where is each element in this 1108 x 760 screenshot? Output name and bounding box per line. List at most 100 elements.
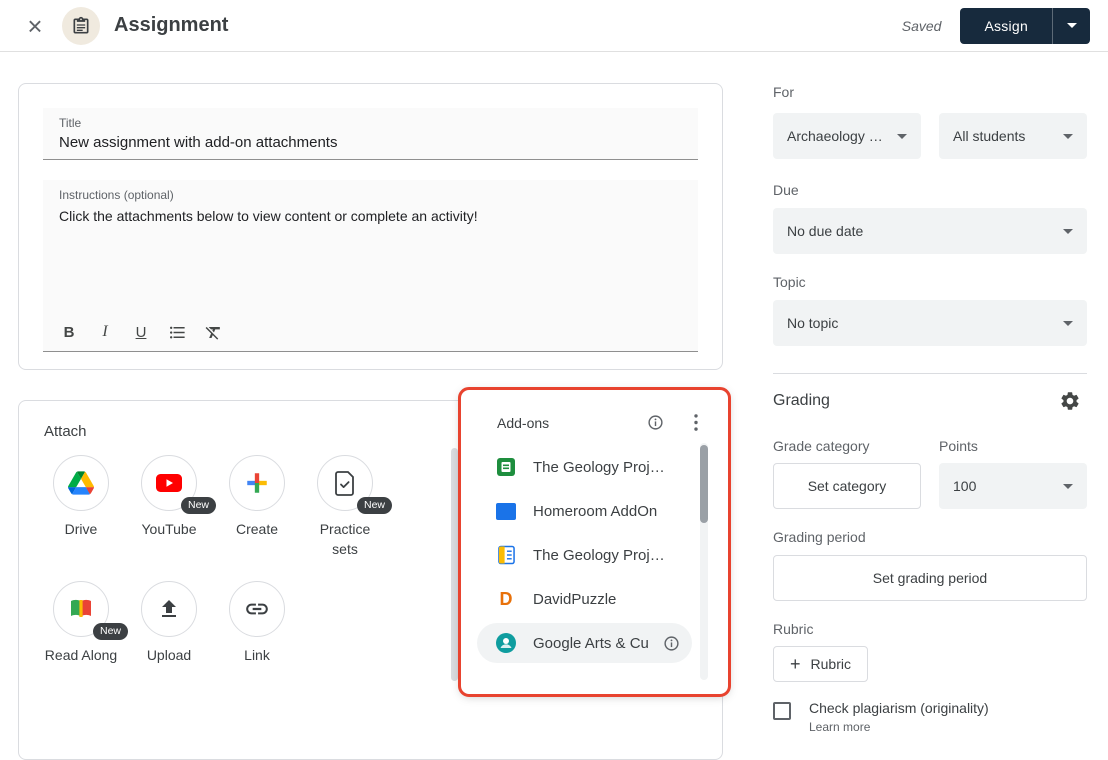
settings-sidebar: For Archaeology … All students Due No du… xyxy=(773,52,1087,736)
grading-settings-button[interactable] xyxy=(1059,390,1081,412)
info-icon xyxy=(647,414,664,431)
underline-button[interactable]: U xyxy=(123,318,159,346)
chevron-down-icon xyxy=(1067,23,1077,28)
bold-button[interactable]: B xyxy=(51,318,87,346)
attach-link-button[interactable]: Link xyxy=(213,581,301,665)
chevron-down-icon xyxy=(897,134,907,139)
gear-icon xyxy=(1059,390,1081,412)
page-title: Assignment xyxy=(114,14,228,37)
homeroom-blue-icon xyxy=(495,503,517,520)
addon-name: DavidPuzzle xyxy=(533,591,616,608)
addon-item-davidpuzzle[interactable]: D DavidPuzzle xyxy=(461,577,728,621)
practice-sets-icon xyxy=(333,470,357,496)
italic-button[interactable]: I xyxy=(87,318,123,346)
new-badge: New xyxy=(181,497,216,514)
addon-name: Google Arts & Cu xyxy=(533,635,649,652)
set-category-button[interactable]: Set category xyxy=(773,463,921,509)
addon-item-geology-2[interactable]: The Geology Proj… xyxy=(461,533,728,577)
attach-link-label: Link xyxy=(220,645,294,665)
title-field[interactable]: Title New assignment with add-on attachm… xyxy=(43,108,698,160)
for-label: For xyxy=(773,84,1087,100)
addon-name: Homeroom AddOn xyxy=(533,503,657,520)
plus-icon: + xyxy=(790,655,801,673)
addon-item-homeroom[interactable]: Homeroom AddOn xyxy=(461,489,728,533)
clear-formatting-button[interactable] xyxy=(195,318,231,346)
clear-formatting-icon xyxy=(204,323,223,342)
points-select[interactable]: 100 xyxy=(939,463,1087,509)
geology-green-icon xyxy=(495,458,517,476)
attach-practice-sets-button[interactable]: New Practice sets xyxy=(301,455,389,559)
learn-more-link[interactable]: Learn more xyxy=(809,720,870,734)
chevron-down-icon xyxy=(1063,484,1073,489)
attach-drive-button[interactable]: Drive xyxy=(37,455,125,559)
attach-create-label: Create xyxy=(220,519,294,539)
addons-header: Add-ons xyxy=(461,390,728,431)
assign-button[interactable]: Assign xyxy=(960,8,1052,44)
plagiarism-label: Check plagiarism (originality) xyxy=(809,700,989,716)
add-rubric-button[interactable]: + Rubric xyxy=(773,646,868,682)
divider xyxy=(773,373,1087,374)
new-badge: New xyxy=(93,623,128,640)
attach-upload-label: Upload xyxy=(132,645,206,665)
addons-scrollbar-thumb[interactable] xyxy=(700,445,708,523)
drive-icon xyxy=(68,471,94,495)
addon-item-arts-culture[interactable]: Google Arts & Cu xyxy=(461,621,728,665)
addon-item-geology-1[interactable]: The Geology Proj… xyxy=(461,445,728,489)
plagiarism-row: Check plagiarism (originality) Learn mor… xyxy=(773,700,1087,736)
assignment-icon xyxy=(71,16,91,36)
addons-scrollbar[interactable] xyxy=(700,443,708,680)
addon-name: The Geology Proj… xyxy=(533,547,665,564)
instructions-label: Instructions (optional) xyxy=(59,188,682,202)
assign-dropdown-button[interactable] xyxy=(1052,8,1090,44)
rich-text-toolbar: B I U xyxy=(51,318,231,346)
students-select[interactable]: All students xyxy=(939,113,1087,159)
close-icon[interactable]: × xyxy=(18,9,52,43)
chevron-down-icon xyxy=(1063,134,1073,139)
chevron-down-icon xyxy=(1063,321,1073,326)
addon-info-button[interactable] xyxy=(663,635,680,652)
grading-period-label: Grading period xyxy=(773,529,1087,545)
grading-heading: Grading xyxy=(773,392,830,410)
create-plus-icon xyxy=(244,470,270,496)
selected-addon-highlight: Google Arts & Cu xyxy=(477,623,692,663)
addons-more-button[interactable] xyxy=(694,414,698,431)
geology-notebook-icon xyxy=(495,545,517,565)
addons-info-button[interactable] xyxy=(647,414,664,431)
attach-upload-button[interactable]: Upload xyxy=(125,581,213,665)
class-select[interactable]: Archaeology … xyxy=(773,113,921,159)
plagiarism-checkbox[interactable] xyxy=(773,702,791,720)
kebab-menu-icon xyxy=(694,414,698,431)
attach-read-along-button[interactable]: New Read Along xyxy=(37,581,125,665)
set-grading-period-button[interactable]: Set grading period xyxy=(773,555,1087,601)
grade-category-label: Grade category xyxy=(773,438,939,454)
attach-create-button[interactable]: Create xyxy=(213,455,301,559)
addons-popup: Add-ons The Geology Proj… Homeroom xyxy=(461,390,728,694)
addons-list: The Geology Proj… Homeroom AddOn The Geo… xyxy=(461,445,728,665)
instructions-field[interactable]: Instructions (optional) Click the attach… xyxy=(43,180,698,352)
arts-culture-icon xyxy=(495,633,517,653)
attach-youtube-label: YouTube xyxy=(132,519,206,539)
attach-youtube-button[interactable]: New YouTube xyxy=(125,455,213,559)
topbar: × Assignment Saved Assign xyxy=(0,0,1108,52)
upload-icon xyxy=(157,597,181,621)
rubric-label: Rubric xyxy=(773,621,1087,637)
points-label: Points xyxy=(939,438,978,454)
youtube-icon xyxy=(155,472,183,494)
topic-label: Topic xyxy=(773,274,1087,290)
saved-status: Saved xyxy=(902,18,942,34)
davidpuzzle-icon: D xyxy=(495,590,517,608)
due-date-select[interactable]: No due date xyxy=(773,208,1087,254)
due-label: Due xyxy=(773,182,1087,198)
topic-select[interactable]: No topic xyxy=(773,300,1087,346)
dialog-scrollbar[interactable] xyxy=(451,448,458,681)
attach-drive-label: Drive xyxy=(44,519,118,539)
title-input[interactable]: New assignment with add-on attachments xyxy=(59,134,682,151)
title-label: Title xyxy=(59,116,682,130)
addons-title: Add-ons xyxy=(497,415,647,431)
assignment-type-badge xyxy=(62,7,100,45)
read-along-icon xyxy=(68,597,94,621)
info-icon xyxy=(663,635,680,652)
instructions-input[interactable]: Click the attachments below to view cont… xyxy=(59,208,682,224)
bulleted-list-button[interactable] xyxy=(159,318,195,346)
attach-read-along-label: Read Along xyxy=(44,645,118,665)
